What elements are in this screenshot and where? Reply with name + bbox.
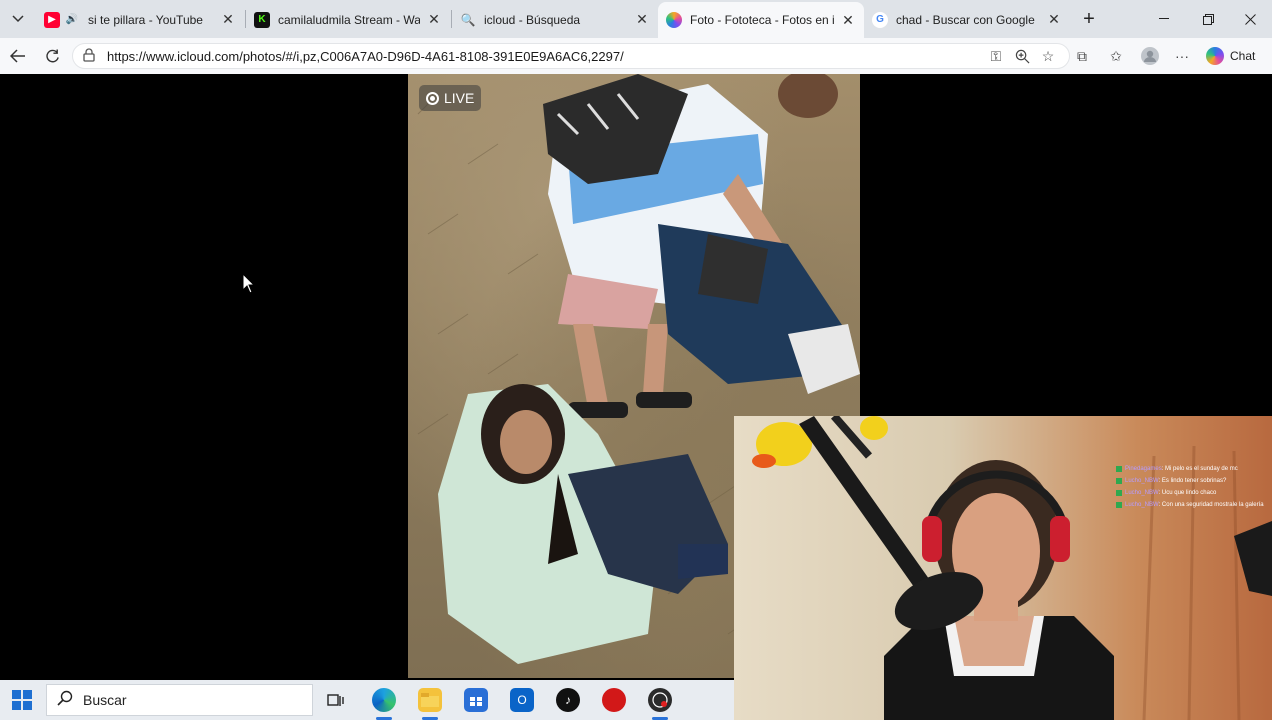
browser-toolbar: https://www.icloud.com/photos/#/i,pz,C00… <box>0 38 1272 74</box>
chat-label: Chat <box>1230 49 1256 63</box>
url-text[interactable]: https://www.icloud.com/photos/#/i,pz,C00… <box>107 49 624 64</box>
copilot-chat-button[interactable]: Chat <box>1206 46 1255 66</box>
site-info-icon[interactable] <box>83 47 99 65</box>
chat-message: Lucho_NBW: Ucu que lindo chaco <box>1116 487 1272 499</box>
chat-username: Lucho_NBW <box>1125 490 1159 496</box>
chat-username: Pinedagames <box>1125 466 1162 472</box>
chat-badge-icon <box>1116 490 1122 496</box>
chat-badge-icon <box>1116 502 1122 508</box>
tab-title: chad - Buscar con Google <box>896 12 1035 27</box>
more-options-icon[interactable]: ··· <box>1172 46 1192 66</box>
tab-icloud-search[interactable]: 🔍 icloud - Búsqueda ✕ <box>452 4 658 35</box>
file-explorer-icon[interactable] <box>418 688 442 712</box>
search-icon <box>57 690 73 711</box>
chat-message: Lucho_NBW: Con una seguridad mostrale la… <box>1116 499 1272 511</box>
new-tab-button[interactable]: + <box>1078 8 1100 30</box>
close-window-icon[interactable] <box>1228 0 1272 38</box>
red-app-icon[interactable] <box>602 688 626 712</box>
windows-start-icon[interactable] <box>12 690 32 710</box>
photos-icon <box>666 12 682 28</box>
tab-icloud-photos[interactable]: Foto - Fototeca - Fotos en iCloud ✕ <box>658 2 864 38</box>
refresh-button[interactable] <box>40 44 64 68</box>
youtube-icon: ▶ <box>44 11 60 28</box>
store-icon[interactable] <box>464 688 488 712</box>
address-bar[interactable]: https://www.icloud.com/photos/#/i,pz,C00… <box>72 43 1070 69</box>
speaker-icon[interactable]: 🔊 <box>64 12 80 28</box>
close-tab-icon[interactable]: ✕ <box>1046 11 1062 28</box>
edge-icon[interactable] <box>372 688 396 712</box>
profile-avatar-icon[interactable] <box>1140 46 1160 66</box>
chat-username: Lucho_NBW <box>1125 502 1159 508</box>
close-tab-icon[interactable]: ✕ <box>426 11 442 28</box>
tab-title: Foto - Fototeca - Fotos en iCloud <box>690 13 834 27</box>
chat-text: : Es lindo tener sobrinas? <box>1158 478 1227 484</box>
chat-username: Lucho_NBW <box>1125 478 1159 484</box>
extensions-icon[interactable]: ⧉ <box>1072 46 1092 66</box>
stream-chat-overlay: Pinedagames: Mi pelo es el sunday de mc … <box>1116 463 1272 511</box>
zoom-icon[interactable] <box>1012 46 1032 66</box>
obs-icon[interactable] <box>648 688 672 712</box>
tab-title: icloud - Búsqueda <box>484 12 581 27</box>
tab-strip: ▶ 🔊 si te pillara - YouTube ✕ K camilalu… <box>0 0 1272 38</box>
back-button[interactable] <box>6 44 30 68</box>
chat-message: Lucho_NBW: Es lindo tener sobrinas? <box>1116 475 1272 487</box>
tab-youtube[interactable]: ▶ 🔊 si te pillara - YouTube ✕ <box>36 4 244 35</box>
search-placeholder: Buscar <box>83 692 127 708</box>
favorites-icon[interactable]: ✩ <box>1106 46 1126 66</box>
copilot-icon <box>1206 47 1224 65</box>
favorite-star-icon[interactable]: ☆ <box>1038 46 1058 66</box>
windows-taskbar: Buscar O ♪ <box>0 680 734 720</box>
live-photo-icon <box>426 91 439 105</box>
close-tab-icon[interactable]: ✕ <box>220 11 236 28</box>
chat-text: : Con una seguridad mostrale la galería <box>1158 502 1264 508</box>
chat-badge-icon <box>1116 466 1122 472</box>
webcam-scene <box>752 416 1272 720</box>
restore-icon[interactable] <box>1186 0 1230 38</box>
google-icon: G <box>872 11 888 28</box>
webcam-overlay <box>734 416 1272 720</box>
outlook-icon[interactable]: O <box>510 688 534 712</box>
task-view-icon[interactable] <box>324 688 348 712</box>
kick-icon: K <box>254 11 270 28</box>
tab-actions-menu-icon[interactable] <box>6 8 30 30</box>
tab-google-search[interactable]: G chad - Buscar con Google ✕ <box>864 4 1070 35</box>
chat-text: : Ucu que lindo chaco <box>1158 490 1217 496</box>
chat-message: Pinedagames: Mi pelo es el sunday de mc <box>1116 463 1272 475</box>
minimize-icon[interactable] <box>1142 0 1186 38</box>
chat-text: : Mi pelo es el sunday de mc <box>1161 466 1238 472</box>
tab-kick-stream[interactable]: K camilaludmila Stream - Watch Li ✕ <box>246 4 450 35</box>
search-icon: 🔍 <box>460 12 476 27</box>
close-tab-icon[interactable]: ✕ <box>634 11 650 28</box>
tab-title: si te pillara - YouTube <box>88 12 203 27</box>
close-tab-icon[interactable]: ✕ <box>840 12 856 29</box>
password-key-icon[interactable]: ⚿ <box>986 46 1006 66</box>
tab-title: camilaludmila Stream - Watch Li <box>278 12 420 27</box>
live-photo-badge[interactable]: LIVE <box>419 85 482 111</box>
tiktok-icon[interactable]: ♪ <box>556 688 580 712</box>
live-label: LIVE <box>444 90 475 106</box>
taskbar-search-box[interactable]: Buscar <box>46 684 313 716</box>
chat-badge-icon <box>1116 478 1122 484</box>
